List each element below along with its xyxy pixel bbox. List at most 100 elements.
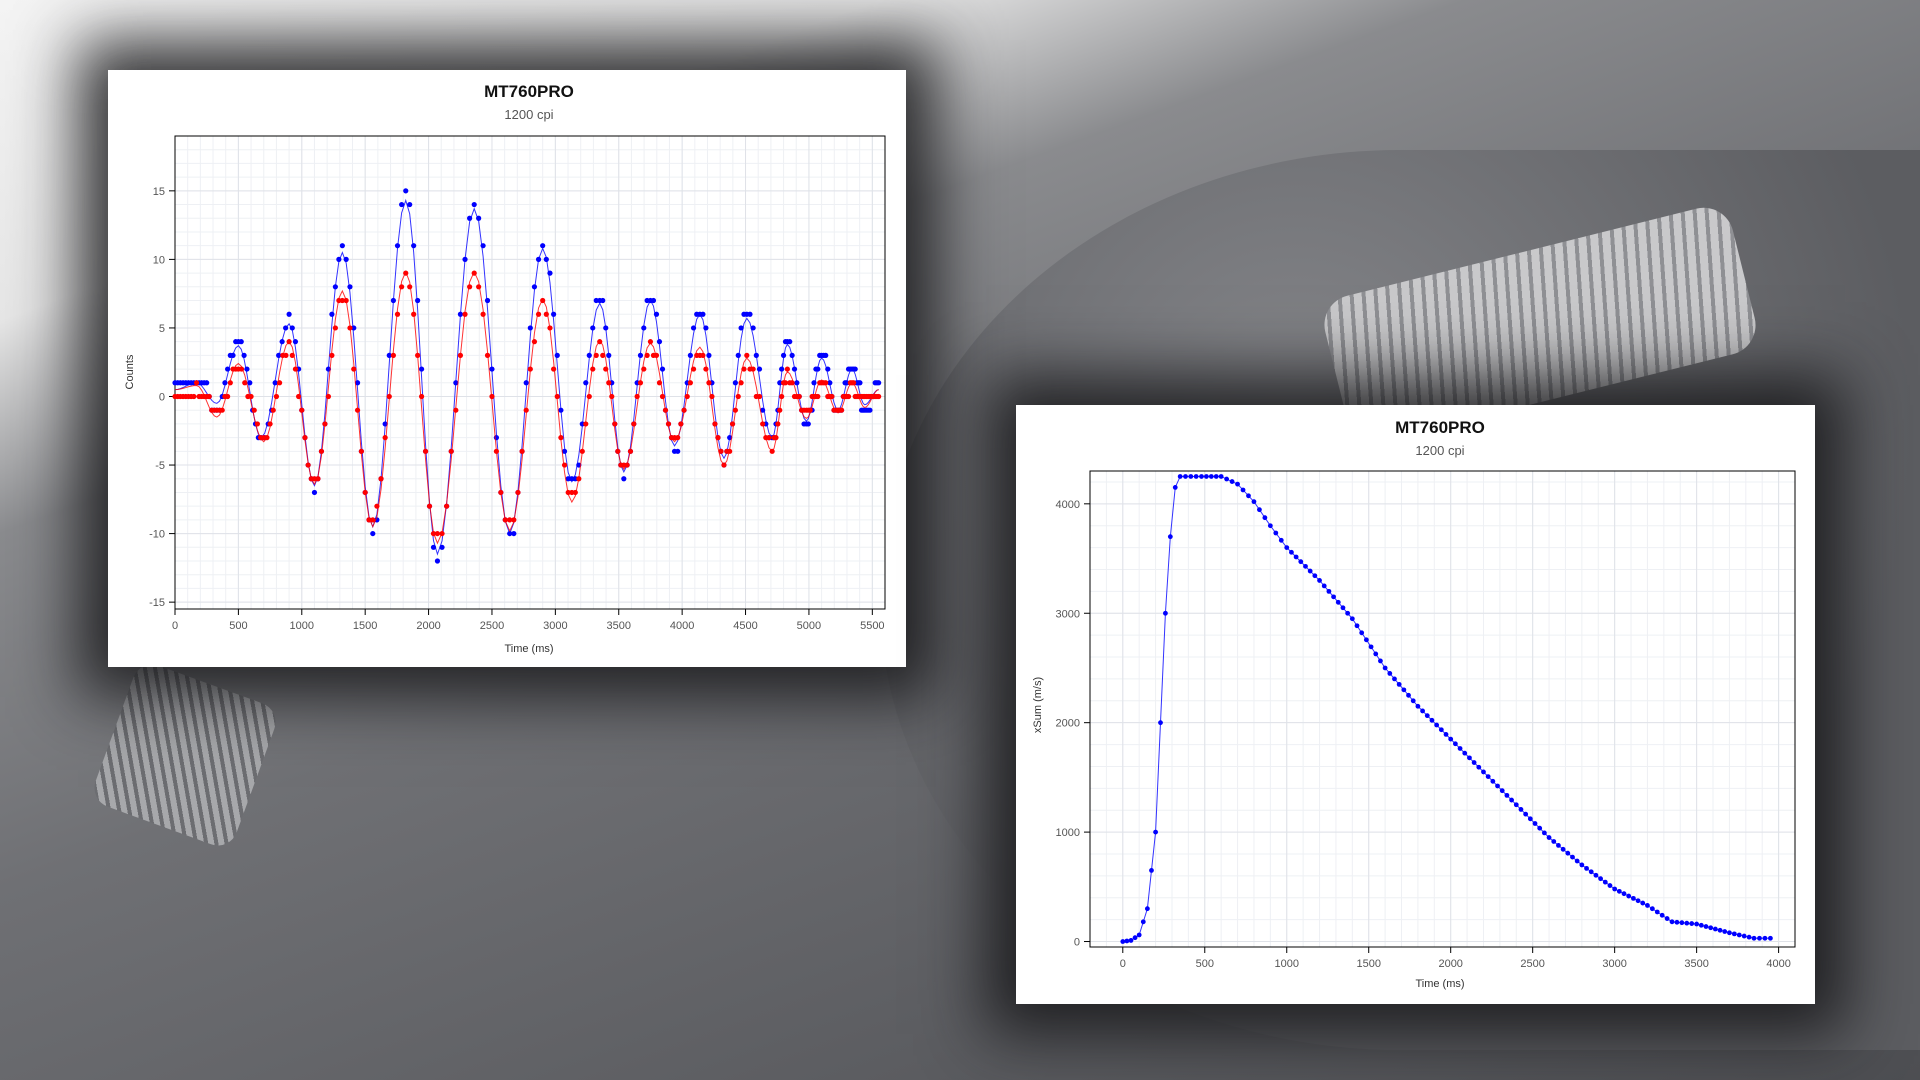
data-point xyxy=(1635,898,1641,904)
data-point xyxy=(650,297,657,304)
data-point xyxy=(729,421,736,427)
data-point xyxy=(1204,474,1209,479)
data-point xyxy=(1218,474,1224,479)
data-point xyxy=(1495,783,1500,789)
data-point xyxy=(351,366,357,372)
data-point xyxy=(354,407,361,413)
data-point xyxy=(825,366,831,372)
data-point xyxy=(1712,926,1718,932)
data-point xyxy=(1140,919,1146,925)
data-point xyxy=(489,366,495,372)
data-point xyxy=(1736,932,1742,938)
data-point xyxy=(687,352,693,358)
data-point xyxy=(1674,919,1680,925)
data-point xyxy=(1679,920,1685,926)
data-point xyxy=(779,366,785,372)
data-point xyxy=(453,407,459,413)
data-point xyxy=(251,407,257,413)
y-tick-label: 0 xyxy=(1074,937,1080,949)
data-point xyxy=(527,366,533,372)
data-point xyxy=(1546,835,1552,840)
data-point xyxy=(644,352,650,358)
data-point xyxy=(418,393,425,400)
data-point xyxy=(292,366,299,372)
data-point xyxy=(362,489,368,496)
x-tick-label: 0 xyxy=(172,620,178,632)
data-point xyxy=(1240,487,1246,493)
data-point xyxy=(493,448,500,454)
x-tick-label: 500 xyxy=(1196,958,1214,970)
data-point xyxy=(1584,865,1589,871)
data-point xyxy=(329,352,335,358)
data-point xyxy=(738,325,744,331)
data-point xyxy=(332,284,338,290)
x-tick-label: 3000 xyxy=(543,620,567,632)
data-point xyxy=(634,393,640,400)
data-point xyxy=(857,380,863,386)
data-point xyxy=(1476,764,1482,770)
data-point xyxy=(784,366,790,372)
data-point xyxy=(1312,573,1318,579)
data-point xyxy=(1298,559,1304,565)
data-point xyxy=(336,256,342,262)
data-point xyxy=(283,352,289,358)
data-point xyxy=(476,215,482,221)
data-point xyxy=(1321,583,1327,589)
data-point xyxy=(370,517,376,523)
data-point xyxy=(315,476,321,482)
data-point xyxy=(467,284,473,290)
data-point xyxy=(543,256,549,262)
data-point xyxy=(690,366,697,372)
data-point xyxy=(1659,912,1665,918)
data-point xyxy=(554,352,560,358)
data-point xyxy=(807,407,813,413)
data-point xyxy=(471,201,477,208)
data-point xyxy=(403,188,409,194)
data-point xyxy=(665,421,672,427)
series-line xyxy=(174,270,879,545)
data-point xyxy=(299,407,305,413)
data-point xyxy=(418,366,425,372)
data-point xyxy=(462,311,468,317)
data-point xyxy=(838,407,845,413)
data-point xyxy=(457,311,464,317)
data-point xyxy=(1727,930,1732,936)
data-point xyxy=(709,393,715,400)
data-point xyxy=(289,352,295,358)
data-point xyxy=(1396,681,1402,687)
data-point xyxy=(484,297,491,304)
data-point xyxy=(347,284,353,290)
data-point xyxy=(1717,927,1723,933)
y-tick-label: 2000 xyxy=(1056,718,1080,730)
data-point xyxy=(659,366,666,372)
data-point xyxy=(411,243,417,249)
data-point xyxy=(386,393,392,400)
x-tick-label: 4000 xyxy=(670,620,694,632)
data-point xyxy=(439,544,445,550)
data-point xyxy=(1208,474,1214,479)
data-point xyxy=(535,311,542,317)
data-point xyxy=(543,311,549,317)
data-point xyxy=(1722,929,1728,934)
data-point xyxy=(462,256,468,262)
x-tick-label: 500 xyxy=(229,620,247,632)
data-point xyxy=(1588,869,1594,875)
data-point xyxy=(1378,658,1383,664)
data-point xyxy=(1340,605,1346,611)
data-point xyxy=(1527,816,1533,822)
data-point xyxy=(283,325,289,331)
data-point xyxy=(681,407,687,413)
data-point xyxy=(1649,906,1655,912)
data-point xyxy=(535,256,542,262)
data-point xyxy=(467,215,473,221)
data-point xyxy=(1382,665,1388,671)
data-point xyxy=(1424,713,1430,719)
data-point xyxy=(489,393,495,400)
data-point xyxy=(204,380,210,386)
x-tick-label: 1000 xyxy=(290,620,314,632)
data-point xyxy=(815,366,821,372)
data-point xyxy=(624,462,630,468)
data-point xyxy=(1694,921,1700,927)
data-point xyxy=(551,366,557,372)
data-point xyxy=(637,352,644,358)
